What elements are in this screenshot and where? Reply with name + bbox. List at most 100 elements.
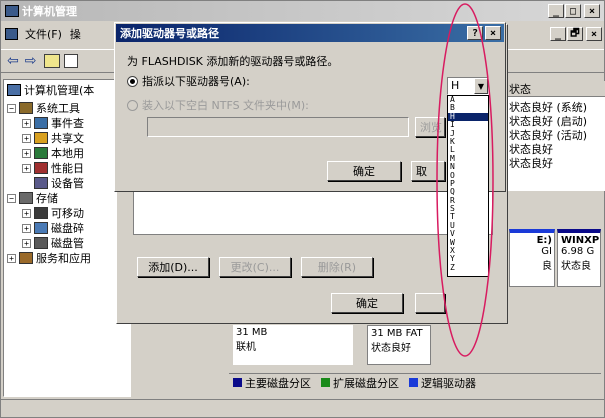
tree-item-label: 磁盘管 <box>51 237 84 250</box>
tree-item-label: 设备管 <box>51 177 84 190</box>
tree-item[interactable]: + 磁盘碎 <box>22 220 84 236</box>
expand-toggle-icon[interactable]: + <box>22 118 31 128</box>
tree-item[interactable]: + 事件查 <box>22 115 84 131</box>
expand-toggle-icon[interactable]: + <box>22 148 31 158</box>
radio-assign-letter[interactable] <box>127 75 138 87</box>
add-button[interactable]: 添加(D)... <box>137 257 209 277</box>
disk-panel-2-line1: WINXP <box>561 235 600 246</box>
expand-toggle-icon[interactable]: + <box>22 208 31 218</box>
tree-root[interactable]: 计算机管理(本 <box>7 82 94 98</box>
close-button[interactable]: × <box>584 4 600 18</box>
status-row[interactable]: 状态良好 <box>506 155 553 170</box>
removable-icon <box>34 207 48 219</box>
menu-action[interactable]: 操 <box>70 26 81 42</box>
radio-mount-folder[interactable] <box>127 99 138 111</box>
status-row[interactable]: 状态良好 <box>506 141 553 156</box>
delete-button[interactable]: 删除(R) <box>301 257 373 277</box>
disk-panel-1-line1: E:) <box>536 235 552 246</box>
expand-toggle-icon[interactable]: + <box>22 133 31 143</box>
legend-swatch-extended <box>321 378 330 387</box>
minimize-button[interactable]: _ <box>548 4 564 18</box>
legend-item-logical: 逻辑驱动器 <box>409 375 476 391</box>
inner-window-controls: _ 🗗 × <box>550 27 602 41</box>
chevron-down-icon[interactable]: ▼ <box>474 78 488 94</box>
disk-panel-1-line2: GI <box>541 246 552 257</box>
disk-label-panel[interactable]: 31 MB 联机 <box>233 325 353 365</box>
defrag-icon <box>34 222 48 234</box>
maximize-button[interactable]: □ <box>565 4 581 18</box>
option-assign-letter[interactable]: 指派以下驱动器号(A): <box>127 73 250 89</box>
status-column-header: 状态 <box>506 81 605 97</box>
status-row[interactable]: 状态良好 (启动) <box>506 113 587 128</box>
status-row[interactable]: 状态良好 (活动) <box>506 127 587 142</box>
disk-panel-2-line2: 6.98 G <box>561 246 595 257</box>
help-button[interactable]: ? <box>467 26 483 40</box>
legend-item-primary: 主要磁盘分区 <box>233 375 311 391</box>
expand-toggle-icon[interactable]: + <box>22 163 31 173</box>
dialog-title-controls: ? × <box>467 26 501 40</box>
event-icon <box>34 117 48 129</box>
status-row[interactable]: 状态良好 (系统) <box>506 99 587 114</box>
back-arrow-icon[interactable]: ⇦ <box>7 53 19 69</box>
tree-item[interactable]: − 系统工具 <box>7 100 80 116</box>
computer-icon <box>7 84 21 96</box>
main-title-bar[interactable]: 计算机管理 <box>1 1 604 21</box>
drive-letter-list[interactable]: ABHIJKLMNOPQRSTUVWXYZ <box>447 95 489 277</box>
tree-item-label: 本地用 <box>51 147 84 160</box>
tree-item[interactable]: + 磁盘管 <box>22 235 84 251</box>
diskmgmt-icon <box>34 237 48 249</box>
browse-button[interactable]: 浏览 <box>415 117 445 137</box>
up-folder-icon[interactable] <box>44 54 61 68</box>
option-mount-folder[interactable]: 装入以下空白 NTFS 文件夹中(M): <box>127 97 309 113</box>
folder-path-input[interactable] <box>147 117 409 137</box>
inner-minimize-button[interactable]: _ <box>550 27 566 41</box>
drive-letter-option[interactable]: Z <box>448 263 488 272</box>
tree-item-label: 可移动 <box>51 207 84 220</box>
letter-list-items: ABHIJKLMNOPQRSTUVWXYZ <box>448 96 488 272</box>
tree-item[interactable]: + 本地用 <box>22 145 84 161</box>
tree-item-label: 系统工具 <box>36 102 80 115</box>
expand-toggle-icon[interactable]: − <box>7 193 16 203</box>
radio-dot <box>130 78 135 84</box>
inner-close-button[interactable]: × <box>586 27 602 41</box>
disk-label-status: 联机 <box>236 342 256 353</box>
change-button[interactable]: 更改(C)... <box>219 257 291 277</box>
back-ok-button[interactable]: 确定 <box>331 293 403 313</box>
dialog-cancel-button[interactable]: 取 <box>411 161 445 181</box>
disk-panel-1-line3: 良 <box>542 261 552 272</box>
tree-item[interactable]: + 共享文 <box>22 130 84 146</box>
tree-item[interactable]: +设备管 <box>22 175 84 191</box>
disk-partition-panel[interactable]: 31 MB FAT 状态良好 <box>367 325 431 365</box>
disk-panel-2[interactable]: WINXP 6.98 G 状态良 <box>557 229 601 287</box>
expand-toggle-icon[interactable]: + <box>22 223 31 233</box>
legend-bar: 主要磁盘分区 扩展磁盘分区 逻辑驱动器 <box>229 373 601 391</box>
tree-item-label: 磁盘碎 <box>51 222 84 235</box>
back-cancel-button[interactable] <box>415 293 445 313</box>
status-bar <box>1 399 604 417</box>
forward-arrow-icon[interactable]: ⇨ <box>25 53 37 69</box>
inner-restore-button[interactable]: 🗗 <box>567 27 583 41</box>
legend-label-logical: 逻辑驱动器 <box>421 376 476 390</box>
mmc-doc-icon <box>5 28 18 40</box>
perf-icon <box>34 162 48 174</box>
drive-letter-selected: H <box>451 79 460 92</box>
disk-panel-1[interactable]: E:) GI 良 <box>509 229 555 287</box>
tree-item[interactable]: − 存储 <box>7 190 58 206</box>
menu-file[interactable]: 文件(F) <box>25 26 62 42</box>
dialog-title-bar[interactable]: 添加驱动器号或路径 <box>116 24 504 42</box>
tree-item-label: 性能日 <box>51 162 84 175</box>
show-tree-icon[interactable] <box>64 54 79 68</box>
main-window-controls: _ □ × <box>548 4 600 18</box>
dialog-close-button[interactable]: × <box>485 26 501 40</box>
tree-item[interactable]: + 服务和应用 <box>7 250 91 266</box>
expand-toggle-icon[interactable]: + <box>7 253 16 263</box>
main-window-title: 计算机管理 <box>22 5 77 18</box>
dialog-ok-button[interactable]: 确定 <box>327 161 401 181</box>
expand-toggle-icon[interactable]: + <box>22 238 31 248</box>
tools-icon <box>19 102 33 114</box>
tree-item[interactable]: + 可移动 <box>22 205 84 221</box>
drive-letter-combobox[interactable]: H ▼ <box>447 77 489 95</box>
expand-toggle-icon[interactable]: − <box>7 103 16 113</box>
computer-management-icon <box>5 5 19 17</box>
tree-item[interactable]: + 性能日 <box>22 160 84 176</box>
